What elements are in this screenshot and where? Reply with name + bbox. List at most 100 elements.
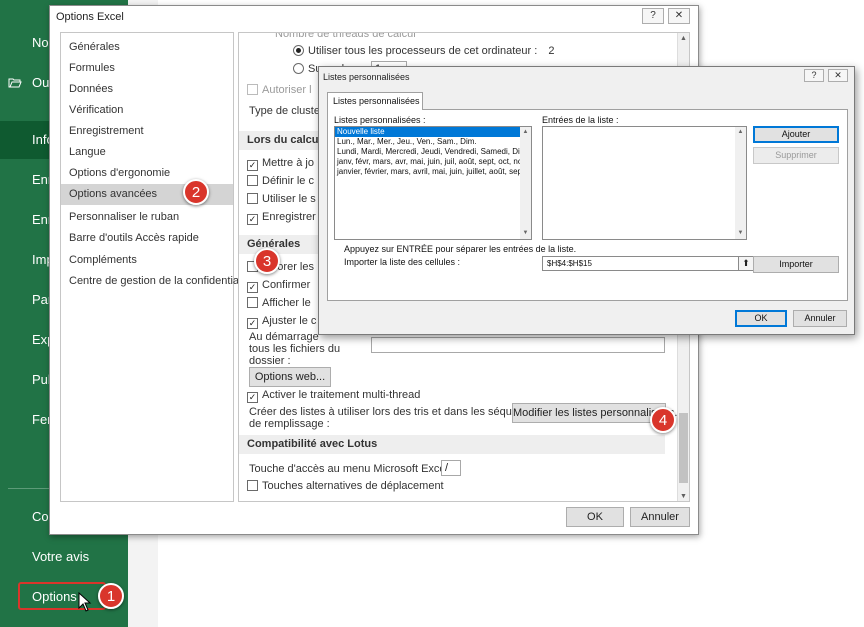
lists-help-button[interactable]: ? — [804, 69, 824, 82]
backstage-item-label: No — [32, 35, 49, 50]
scroll-down-icon[interactable]: ▼ — [735, 228, 746, 239]
lists-ok-button[interactable]: OK — [735, 310, 787, 327]
backstage-item-label: Ou — [32, 75, 50, 90]
processor-count: 2 — [548, 45, 555, 57]
step-badge-4: 4 — [650, 407, 676, 433]
list-item[interactable]: janv, févr, mars, avr, mai, juin, juil, … — [335, 157, 531, 167]
general-option-label: Confirmer — [262, 279, 311, 291]
list-item[interactable]: Nouvelle liste — [335, 127, 531, 137]
cluster-type-label: Type de cluste — [249, 105, 320, 117]
backstage-item-label: Votre avis — [32, 549, 90, 564]
delete-list-button[interactable]: Supprimer — [753, 147, 839, 164]
options-dialog-title: Options Excel — [56, 11, 124, 23]
scrollbar-thumb[interactable] — [679, 413, 688, 483]
calc-option-4[interactable]: ✓ Enregistrer — [247, 211, 316, 225]
alt-nav-keys-label: Touches alternatives de déplacement — [262, 480, 444, 492]
alt-nav-keys-option[interactable]: Touches alternatives de déplacement — [247, 480, 444, 492]
startup-folder-label-1: Au démarrage — [249, 331, 319, 343]
radio-manual-indicator[interactable] — [293, 63, 304, 74]
startup-folder-label-3: dossier : — [249, 355, 291, 367]
options-dialog-titlebar: Options Excel — [50, 6, 698, 28]
list-entries-textarea[interactable]: ▲ ▼ — [542, 126, 747, 240]
calc-option-label: Utiliser le s — [262, 193, 316, 205]
calc-option-label: Mettre à jo — [262, 157, 314, 169]
import-button[interactable]: Importer — [753, 256, 839, 273]
options-cancel-button[interactable]: Annuler — [630, 507, 690, 527]
general-option-label: Afficher le — [262, 297, 311, 309]
backstage-item-feedback[interactable]: Votre avis — [0, 538, 128, 576]
scroll-down-icon[interactable]: ▼ — [520, 228, 531, 239]
web-options-button[interactable]: Options web... — [249, 367, 331, 387]
general-option-4[interactable]: ✓ Ajuster le c — [247, 315, 316, 329]
lists-close-button[interactable]: ✕ — [828, 69, 848, 82]
radio-all-processors-indicator[interactable] — [293, 45, 304, 56]
scroll-up-icon[interactable]: ▲ — [678, 33, 689, 45]
lists-dialog-title: Listes personnalisées — [323, 72, 410, 82]
general-option-2-checkbox[interactable]: ✓ — [247, 282, 258, 293]
step-badge-3: 3 — [254, 248, 280, 274]
section-lotus: Compatibilité avec Lotus — [239, 435, 665, 454]
options-highlight-box — [18, 582, 106, 610]
list-item[interactable]: Lun., Mar., Mer., Jeu., Ven., Sam., Dim. — [335, 137, 531, 147]
menu-key-input[interactable]: / — [441, 460, 461, 476]
calc-option-1[interactable]: ✓ Mettre à jo — [247, 157, 314, 171]
allow-user-option[interactable]: Autoriser l — [247, 84, 312, 96]
step-badge-1: 1 — [98, 583, 124, 609]
multithread-checkbox[interactable]: ✓ — [247, 392, 258, 403]
folder-open-icon — [8, 64, 22, 102]
scroll-down-icon[interactable]: ▼ — [678, 491, 689, 501]
list-item[interactable]: Lundi, Mardi, Mercredi, Jeudi, Vendredi,… — [335, 147, 531, 157]
mouse-cursor-icon — [78, 592, 92, 612]
backstage-item-label: Co — [32, 509, 49, 524]
help-button[interactable]: ? — [642, 8, 664, 24]
tab-custom-lists[interactable]: Listes personnalisées — [327, 92, 423, 110]
calc-option-2[interactable]: Définir le c — [247, 175, 314, 187]
allow-user-label: Autoriser l — [262, 84, 312, 96]
general-option-3-checkbox[interactable] — [247, 297, 258, 308]
calc-option-3-checkbox[interactable] — [247, 193, 258, 204]
nav-item-customize-ribbon[interactable]: Personnaliser le ruban — [61, 207, 233, 228]
collapse-dialog-icon[interactable]: ⬆ — [738, 256, 754, 271]
entries-scrollbar[interactable]: ▲ ▼ — [735, 127, 746, 239]
nav-item-trust-center[interactable]: Centre de gestion de la confidentialité — [61, 271, 253, 292]
calc-option-3[interactable]: Utiliser le s — [247, 193, 316, 205]
add-list-button[interactable]: Ajouter — [753, 126, 839, 143]
multithread-label: Activer le traitement multi-thread — [262, 389, 421, 401]
calc-option-1-checkbox[interactable]: ✓ — [247, 160, 258, 171]
scroll-up-icon[interactable]: ▲ — [520, 127, 531, 138]
startup-folder-input[interactable] — [371, 337, 665, 353]
multithread-option[interactable]: ✓ Activer le traitement multi-thread — [247, 389, 420, 403]
nav-item-add-ins[interactable]: Compléments — [61, 250, 233, 271]
nav-item-general[interactable]: Générales — [61, 37, 233, 58]
options-ok-button[interactable]: OK — [566, 507, 624, 527]
list-item[interactable]: janvier, février, mars, avril, mai, juin… — [335, 167, 531, 177]
alt-nav-keys-checkbox[interactable] — [247, 480, 258, 491]
custom-lists-panel: Listes personnalisées : Entrées de la li… — [327, 109, 848, 301]
separator-hint: Appuyez sur ENTRÉE pour séparer les entr… — [344, 244, 577, 254]
lists-scrollbar[interactable]: ▲ ▼ — [520, 127, 531, 239]
modify-custom-lists-button[interactable]: Modifier les listes personnalisées... — [512, 403, 684, 423]
general-option-4-checkbox[interactable]: ✓ — [247, 318, 258, 329]
nav-item-data[interactable]: Données — [61, 79, 233, 100]
lists-label: Listes personnalisées : — [334, 115, 426, 125]
nav-item-proofing[interactable]: Vérification — [61, 100, 233, 121]
scroll-up-icon[interactable]: ▲ — [735, 127, 746, 138]
nav-item-quick-access-toolbar[interactable]: Barre d'outils Accès rapide — [61, 228, 233, 249]
nav-item-formulas[interactable]: Formules — [61, 58, 233, 79]
calc-option-2-checkbox[interactable] — [247, 175, 258, 186]
import-range-input[interactable]: $H$4:$H$15 — [542, 256, 747, 271]
lists-cancel-button[interactable]: Annuler — [793, 310, 847, 327]
radio-all-processors-label: Utiliser tous les processeurs de cet ord… — [308, 45, 538, 57]
nav-item-save[interactable]: Enregistrement — [61, 121, 233, 142]
general-option-3[interactable]: Afficher le — [247, 297, 311, 309]
nav-item-language[interactable]: Langue — [61, 142, 233, 163]
calc-option-4-checkbox[interactable]: ✓ — [247, 214, 258, 225]
custom-lists-listbox[interactable]: Nouvelle liste Lun., Mar., Mer., Jeu., V… — [334, 126, 532, 240]
startup-folder-label-2: tous les fichiers du — [249, 343, 341, 355]
create-lists-text-1: Créer des listes à utiliser lors des tri… — [249, 406, 542, 418]
allow-user-checkbox[interactable] — [247, 84, 258, 95]
close-button[interactable]: ✕ — [668, 8, 690, 24]
radio-all-processors[interactable]: Utiliser tous les processeurs de cet ord… — [293, 45, 554, 57]
general-option-2[interactable]: ✓ Confirmer — [247, 279, 310, 293]
nav-item-ease-of-access[interactable]: Options d'ergonomie — [61, 163, 233, 184]
